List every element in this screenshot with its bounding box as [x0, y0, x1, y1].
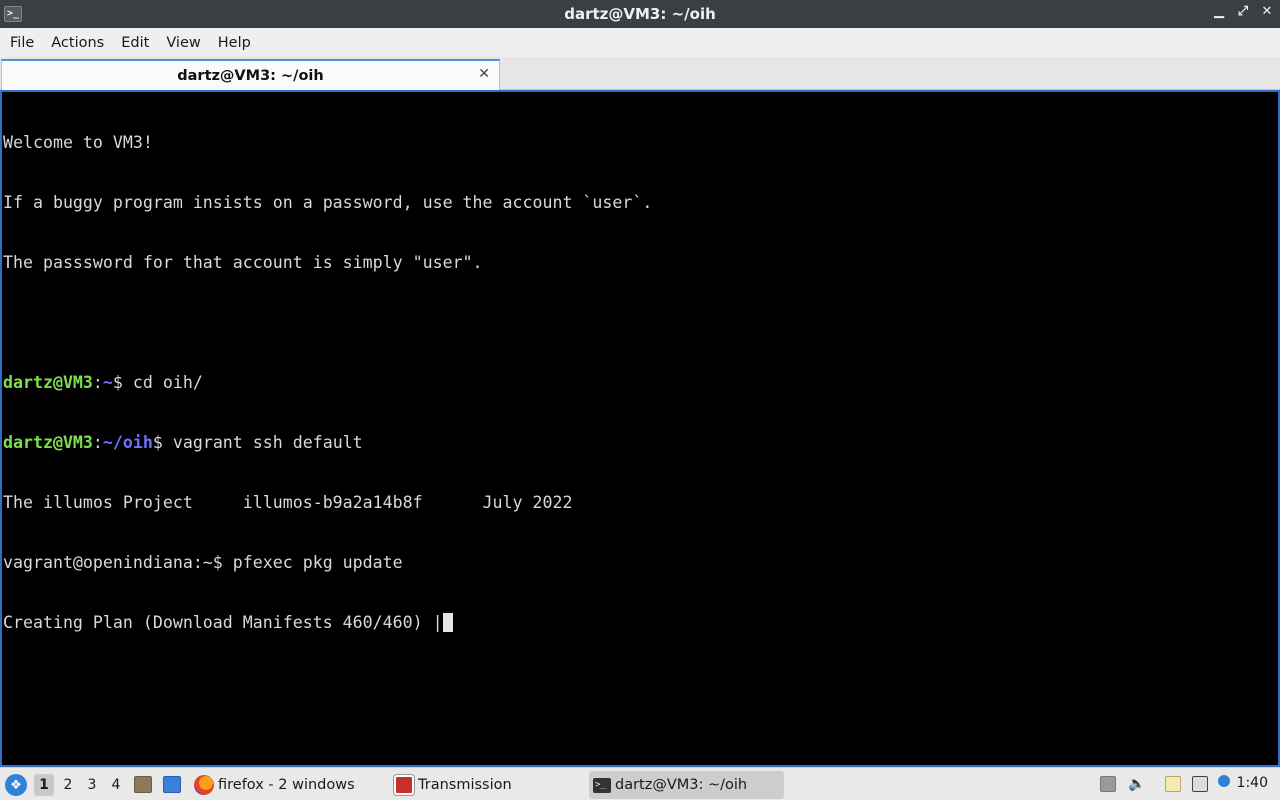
task-firefox[interactable]: firefox - 2 windows [190, 771, 380, 799]
prompt-command: vagrant ssh default [172, 433, 363, 452]
desktop-switch-2[interactable]: 2 [58, 774, 78, 796]
volume-icon[interactable]: 🔈 [1128, 776, 1145, 792]
restore-button[interactable]: ⤢ [1236, 4, 1250, 19]
task-transmission-label: Transmission [418, 777, 512, 793]
menu-help[interactable]: Help [211, 31, 258, 55]
prompt-user: dartz@VM3 [3, 433, 93, 452]
terminal-view[interactable]: Welcome to VM3! If a buggy program insis… [0, 90, 1280, 767]
tab-close-icon[interactable]: ✕ [478, 66, 490, 82]
window-titlebar[interactable]: >_ dartz@VM3: ~/oih ▁ ⤢ ✕ [0, 0, 1280, 28]
tab-terminal[interactable]: dartz@VM3: ~/oih ✕ [1, 59, 500, 90]
menu-bar: File Actions Edit View Help [0, 28, 1280, 57]
desktop-switch-1[interactable]: 1 [34, 774, 54, 796]
window-title: dartz@VM3: ~/oih [564, 5, 716, 23]
menu-actions[interactable]: Actions [44, 31, 111, 55]
menu-file[interactable]: File [3, 31, 41, 55]
prompt-separator: : [92, 373, 103, 392]
progress-text: Creating Plan (Download Manifests 460/46… [3, 613, 443, 632]
terminal-line: The passsword for that account is simply… [3, 253, 483, 272]
terminal-current-line: Creating Plan (Download Manifests 460/46… [3, 613, 1278, 633]
menu-view[interactable]: View [159, 31, 207, 55]
tab-label: dartz@VM3: ~/oih [177, 67, 324, 84]
terminal-line: If a buggy program insists on a password… [3, 193, 653, 212]
terminal-prompt-line: dartz@VM3:~$ cd oih/ [3, 373, 1278, 393]
taskbar: ❖ 1 2 3 4 firefox - 2 windows Transmissi… [0, 767, 1280, 800]
start-menu-icon[interactable]: ❖ [5, 774, 27, 796]
prompt-dollar: $ [112, 373, 133, 392]
terminal-line: The illumos Project illumos-b9a2a14b8f J… [3, 493, 573, 512]
task-terminal-label: dartz@VM3: ~/oih [615, 777, 748, 793]
show-desktop-icon[interactable] [163, 776, 181, 793]
transmission-icon [394, 775, 414, 795]
file-manager-icon[interactable] [134, 776, 152, 793]
network-icon[interactable] [1192, 776, 1208, 792]
terminal-prompt-line: dartz@VM3:~/oih$ vagrant ssh default [3, 433, 1278, 453]
firefox-icon [194, 775, 214, 795]
desktop-switch-3[interactable]: 3 [82, 774, 102, 796]
terminal-line: Welcome to VM3! [3, 133, 153, 152]
prompt-user: dartz@VM3 [3, 373, 93, 392]
prompt-dollar: $ [152, 433, 173, 452]
task-terminal[interactable]: >_ dartz@VM3: ~/oih [589, 771, 784, 799]
terminal-line: vagrant@openindiana:~$ pfexec pkg update [3, 553, 403, 572]
prompt-path: ~ [102, 373, 113, 392]
removable-media-icon[interactable] [1100, 776, 1116, 792]
terminal-task-icon: >_ [593, 777, 611, 793]
window-controls: ▁ ⤢ ✕ [1212, 4, 1274, 19]
task-transmission[interactable]: Transmission [390, 771, 580, 799]
minimize-button[interactable]: ▁ [1212, 4, 1226, 19]
prompt-path: ~/oih [102, 433, 153, 452]
terminal-app-icon[interactable]: >_ [4, 6, 22, 22]
prompt-separator: : [92, 433, 103, 452]
text-cursor [442, 613, 453, 632]
clipboard-icon[interactable] [1165, 776, 1181, 792]
menu-edit[interactable]: Edit [114, 31, 156, 55]
task-firefox-label: firefox - 2 windows [218, 777, 355, 793]
clock[interactable]: 1:40 [1237, 775, 1268, 791]
desktop-switch-4[interactable]: 4 [106, 774, 126, 796]
prompt-command: cd oih/ [132, 373, 203, 392]
tab-bar: dartz@VM3: ~/oih ✕ [0, 57, 1280, 90]
notification-icon[interactable] [1218, 775, 1230, 787]
close-button[interactable]: ✕ [1260, 4, 1274, 19]
